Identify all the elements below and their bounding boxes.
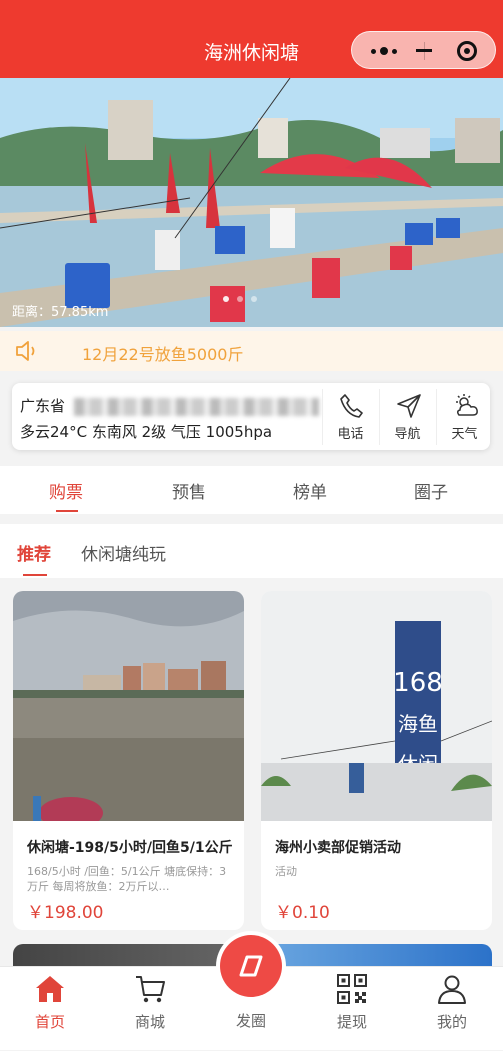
svg-text:168: 168 [393,668,443,698]
signboard-photo: 168 海鱼 休闲 [261,591,492,821]
banner-carousel[interactable]: 距离：57.85km [0,78,503,327]
distance-label: 距离：57.85km [12,305,109,320]
home-icon [36,976,64,1002]
address-text: 广东省 [20,397,66,415]
sun-cloud-icon [456,394,478,416]
nav-post-label: 发圈 [235,1012,266,1030]
product-price: ￥198.00 [27,903,104,923]
subtab-casual-pond[interactable]: 休闲塘纯玩 [81,540,166,565]
nav-withdraw-label: 提现 [336,1013,367,1031]
nav-mall[interactable]: 商城 [100,967,200,1051]
pond-photo [13,591,244,821]
banner-photo [0,78,503,327]
nav-home[interactable]: 首页 [0,967,100,1051]
notice-text: 12月22号放鱼5000斤 [82,345,244,364]
navigate-label: 导航 [394,427,421,442]
product-image: 168 海鱼 休闲 [261,591,492,821]
nav-withdraw[interactable]: 提现 [302,967,402,1051]
nav-profile[interactable]: 我的 [402,967,502,1051]
product-desc: 168/5小时 /回鱼：5/1公斤 塘底保持：3万斤 每周将放鱼：2万斤以… [27,865,227,893]
post-fab-button[interactable] [216,931,286,1001]
active-subtab-underline [23,574,47,576]
nav-profile-label: 我的 [436,1013,467,1031]
svg-text:海鱼: 海鱼 [398,712,438,736]
product-image [13,591,244,821]
compass-icon [239,955,263,977]
product-name: 休闲塘-198/5小时/回鱼5/1公斤 [27,840,233,856]
cart-icon [136,976,165,1003]
subtab-recommended[interactable]: 推荐 [17,540,51,576]
product-name: 海州小卖部促销活动 [275,840,401,856]
user-icon [438,975,466,1004]
address-redacted [74,398,319,416]
navigation-icon [397,394,421,418]
active-tab-underline [56,510,78,512]
nav-home-label: 首页 [34,1013,65,1031]
navigate-button[interactable]: 导航 [379,389,435,445]
call-label: 电话 [337,427,364,442]
mini-program-capsule [351,31,496,69]
weather-button[interactable]: 天气 [436,389,492,445]
notice-bar[interactable]: 12月22号放鱼5000斤 [0,331,503,371]
tab-circle[interactable]: 圈子 [368,478,494,503]
weather-label: 天气 [451,427,478,442]
close-target-icon[interactable] [434,32,494,70]
pond-info-card: 广东省 多云24°C 东南风 2级 气压 1005hpa 电话 导航 天气 [12,383,490,450]
call-button[interactable]: 电话 [322,389,378,445]
more-icon[interactable] [360,32,420,70]
product-card[interactable]: 休闲塘-198/5小时/回鱼5/1公斤 168/5小时 /回鱼：5/1公斤 塘底… [13,591,244,930]
post-fab-circle [220,935,282,997]
phone-icon [340,394,363,418]
product-desc: 活动 [275,865,297,878]
subtab-recommended-label: 推荐 [17,545,51,565]
tab-presale[interactable]: 预售 [126,478,252,503]
carousel-indicators [223,296,257,302]
qrcode-icon [337,974,367,1004]
nav-mall-label: 商城 [134,1013,165,1031]
speaker-icon [16,341,35,361]
product-card[interactable]: 168 海鱼 休闲 海州小卖部促销活动 活动 ￥0.10 [261,591,492,930]
category-tabs: 推荐 休闲塘纯玩 [0,524,503,578]
main-tabs: 购票 预售 榜单 圈子 [0,466,503,514]
product-price: ￥0.10 [275,903,330,923]
weather-text: 多云24°C 东南风 2级 气压 1005hpa [20,423,273,441]
tab-ranking[interactable]: 榜单 [247,478,373,503]
tab-tickets[interactable]: 购票 [3,478,129,512]
app-header: 海洲休闲塘 [0,0,503,78]
tab-tickets-label: 购票 [49,483,83,503]
